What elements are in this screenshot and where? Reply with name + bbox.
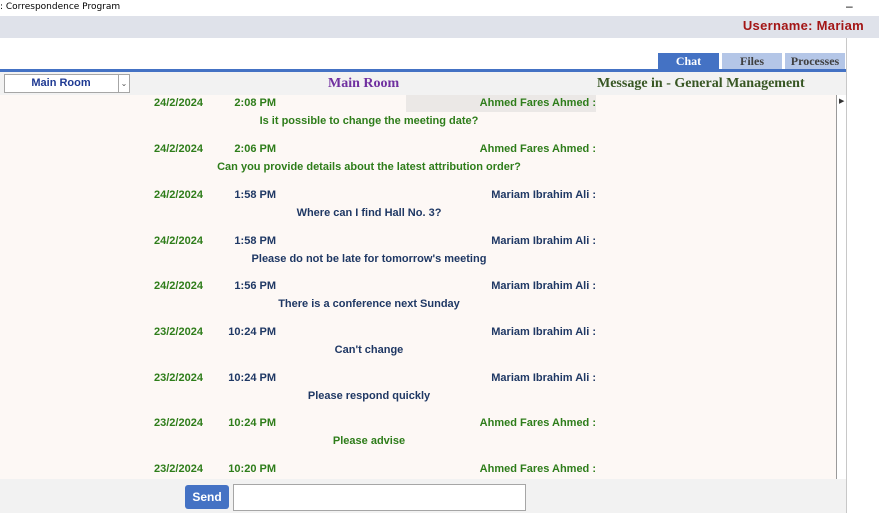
message-sender: Mariam Ibrahim Ali : [491,326,596,338]
header-bar: Username: Mariam [0,16,879,38]
send-button[interactable]: Send [185,485,229,509]
list-item: 24/2/2024 1:58 PM Mariam Ibrahim Ali : W… [0,187,836,233]
message-time: 2:06 PM [234,143,276,155]
message-sender: Ahmed Fares Ahmed : [479,143,596,155]
message-date: 23/2/2024 [154,463,203,475]
message-time: 10:24 PM [228,372,276,384]
room-select-value: Main Room [31,77,91,89]
chat-scrollbar[interactable]: ▶ [836,95,846,479]
list-item: 23/2/2024 10:24 PM Ahmed Fares Ahmed : P… [0,415,836,461]
window-title: : Correspondence Program [0,2,121,12]
list-item: 23/2/2024 10:20 PM Ahmed Fares Ahmed : [0,461,836,479]
scroll-arrow-icon[interactable]: ▶ [839,97,844,105]
message-sender: Mariam Ibrahim Ali : [491,235,596,247]
message-text: Please do not be late for tomorrow's mee… [251,253,487,265]
list-item: 24/2/2024 1:56 PM Mariam Ibrahim Ali : T… [0,278,836,324]
message-date: 24/2/2024 [154,280,203,292]
list-item: 24/2/2024 1:58 PM Mariam Ibrahim Ali : P… [0,233,836,279]
message-text: There is a conference next Sunday [278,298,460,310]
room-title: Main Room [328,76,400,91]
tab-files[interactable]: Files [722,53,782,69]
message-date: 23/2/2024 [154,326,203,338]
tab-processes[interactable]: Processes [785,53,845,69]
message-in-label: Message in - General Management [597,76,805,91]
message-sender: Mariam Ibrahim Ali : [491,372,596,384]
window-titlebar: : Correspondence Program – [0,0,879,16]
message-sender: Ahmed Fares Ahmed : [479,463,596,475]
message-date: 24/2/2024 [154,235,203,247]
message-time: 1:58 PM [234,189,276,201]
list-item: 24/2/2024 2:08 PM Ahmed Fares Ahmed : Is… [0,95,836,141]
tab-chat[interactable]: Chat [658,53,719,69]
list-item: 23/2/2024 10:24 PM Mariam Ibrahim Ali : … [0,370,836,416]
message-date: 24/2/2024 [154,189,203,201]
message-sender: Ahmed Fares Ahmed : [479,97,596,109]
room-select[interactable]: Main Room ⌄ [4,74,130,93]
chat-messages: 24/2/2024 2:08 PM Ahmed Fares Ahmed : Is… [0,95,836,479]
message-date: 24/2/2024 [154,143,203,155]
username-label: Username: Mariam [742,18,864,33]
message-text: Can you provide details about the latest… [217,161,521,173]
message-sender: Ahmed Fares Ahmed : [479,417,596,429]
message-date: 24/2/2024 [154,97,203,109]
message-input[interactable] [233,484,526,511]
message-text: Please respond quickly [307,390,431,402]
message-sender: Mariam Ibrahim Ali : [491,280,596,292]
list-item: 23/2/2024 10:24 PM Mariam Ibrahim Ali : … [0,324,836,370]
message-time: 1:56 PM [234,280,276,292]
minimize-button[interactable]: – [846,0,853,12]
message-time: 1:58 PM [234,235,276,247]
message-time: 10:24 PM [228,417,276,429]
message-date: 23/2/2024 [154,417,203,429]
message-date: 23/2/2024 [154,372,203,384]
message-text: Where can I find Hall No. 3? [296,207,442,219]
chevron-down-icon[interactable]: ⌄ [118,75,129,92]
message-time: 10:24 PM [228,326,276,338]
message-text: Please advise [332,435,406,447]
list-item: 24/2/2024 2:06 PM Ahmed Fares Ahmed : Ca… [0,141,836,187]
right-gutter [846,38,879,513]
message-time: 10:20 PM [228,463,276,475]
message-text: Can't change [334,344,404,356]
message-sender: Mariam Ibrahim Ali : [491,189,596,201]
message-text: Is it possible to change the meeting dat… [259,115,479,127]
message-time: 2:08 PM [234,97,276,109]
